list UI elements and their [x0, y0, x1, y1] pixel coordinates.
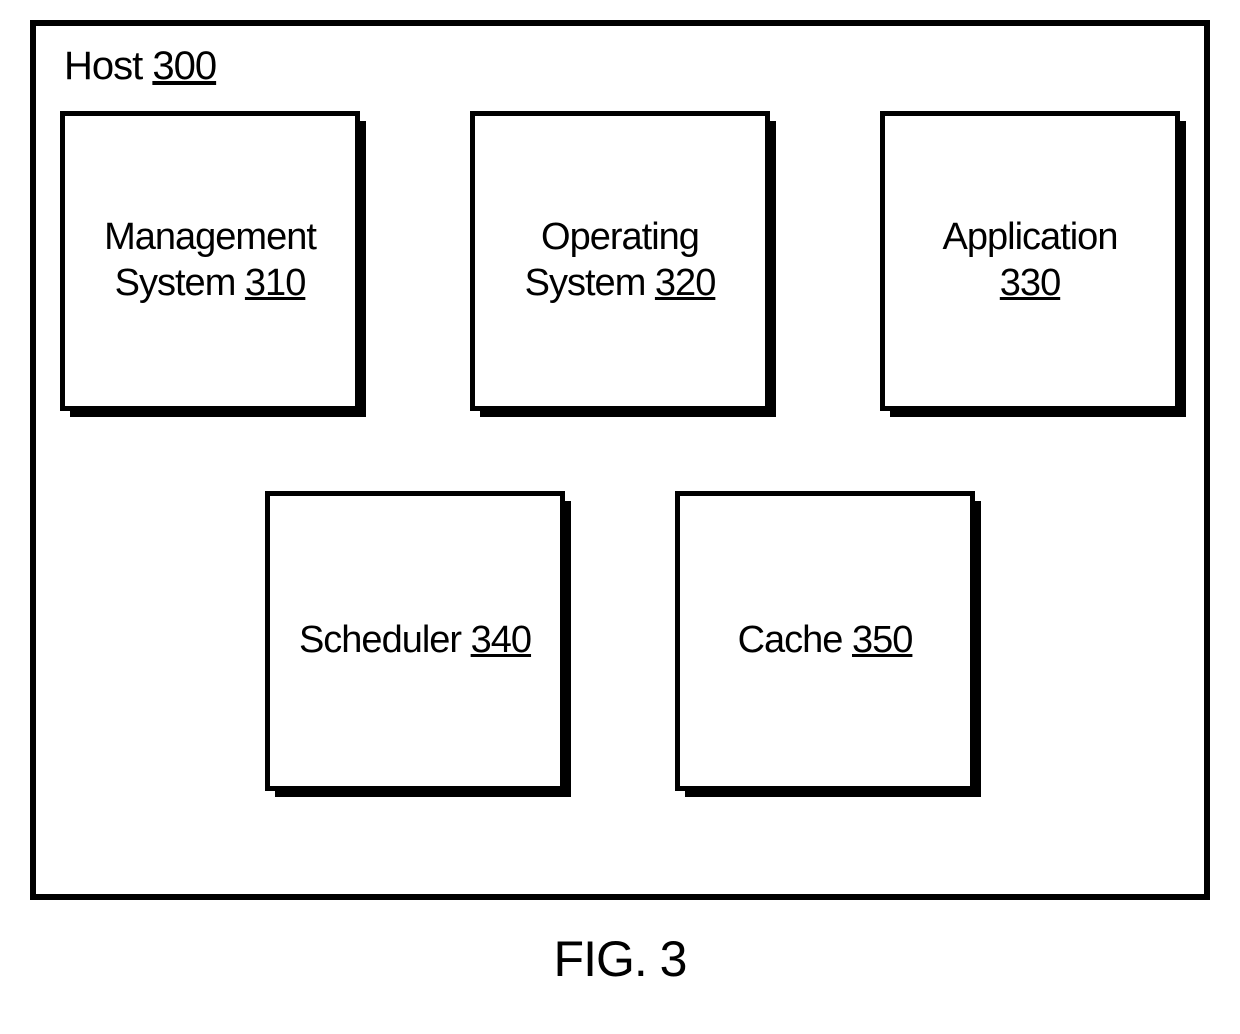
block-ref: 330	[1000, 262, 1060, 304]
host-box: Host 300 Management System 310 Operating…	[30, 20, 1210, 900]
operating-system-block: Operating System 320	[470, 111, 770, 411]
host-ref: 300	[152, 44, 216, 88]
block-line2: System	[115, 262, 236, 304]
row-1: Management System 310 Operating System 3…	[60, 111, 1180, 411]
block-ref: 340	[471, 619, 531, 661]
block-line1: Operating	[541, 216, 699, 258]
scheduler-block: Scheduler 340	[265, 491, 565, 791]
block-ref: 350	[852, 619, 912, 661]
application-block: Application 330	[880, 111, 1180, 411]
block-line1: Scheduler	[299, 619, 461, 661]
block-rows: Management System 310 Operating System 3…	[36, 26, 1204, 791]
diagram-container: Host 300 Management System 310 Operating…	[20, 20, 1220, 1014]
management-system-block: Management System 310	[60, 111, 360, 411]
row-2: Scheduler 340 Cache 350	[265, 491, 975, 791]
block-line1: Cache	[738, 619, 843, 661]
host-label-text: Host	[64, 44, 142, 88]
block-ref: 310	[245, 262, 305, 304]
figure-label: FIG. 3	[554, 930, 687, 988]
block-line2: System	[525, 262, 646, 304]
cache-block: Cache 350	[675, 491, 975, 791]
block-line1: Application	[943, 216, 1118, 258]
block-line1: Management	[104, 216, 316, 258]
block-ref: 320	[655, 262, 715, 304]
host-label: Host 300	[64, 44, 216, 89]
